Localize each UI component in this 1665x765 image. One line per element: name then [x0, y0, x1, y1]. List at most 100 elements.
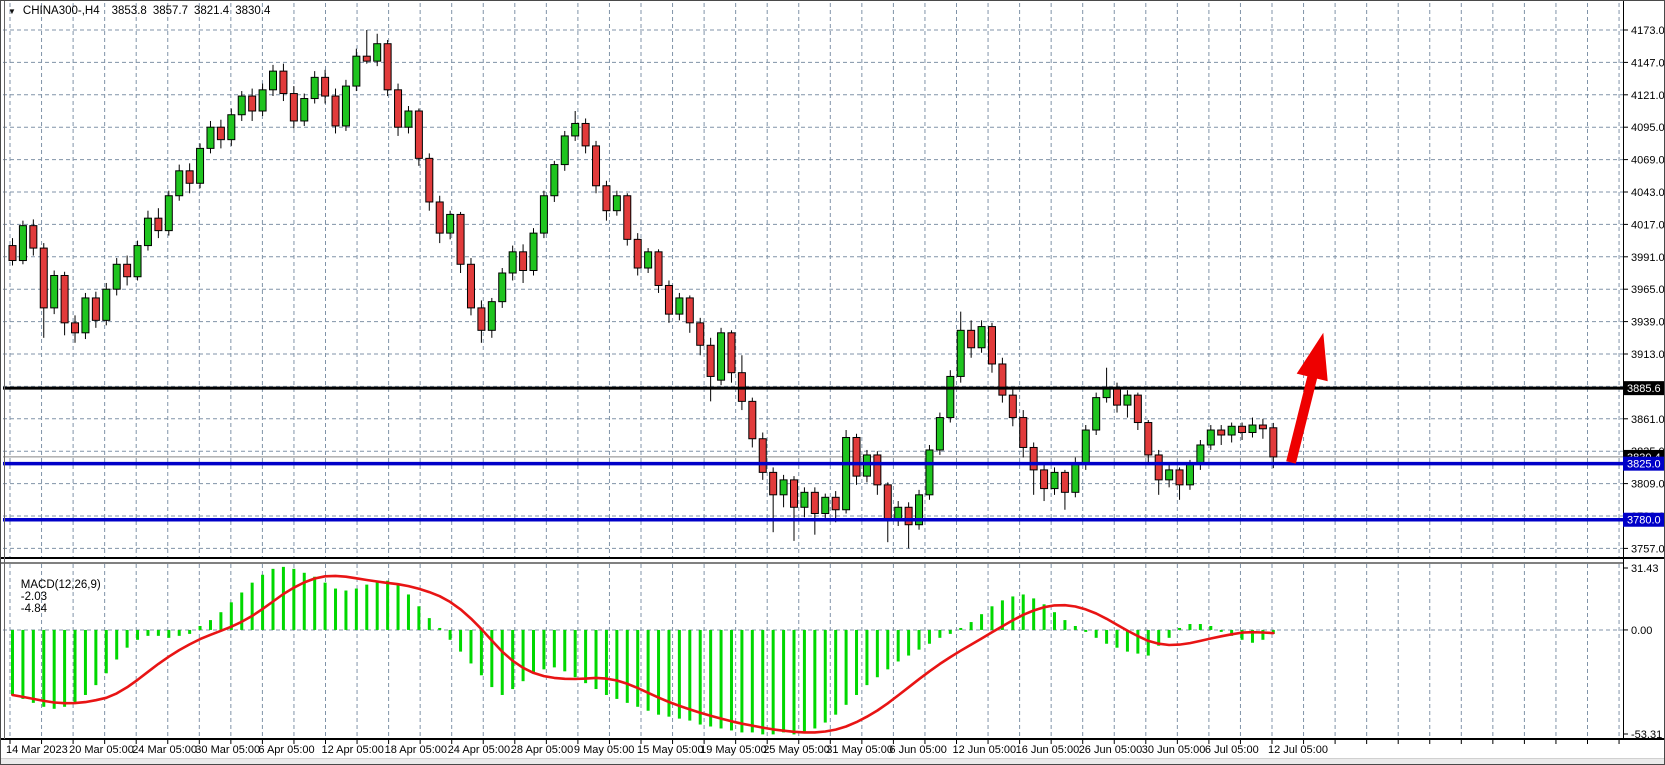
macd-histogram-bar — [178, 630, 181, 636]
price-axis-label: 3939.0 — [1631, 317, 1665, 329]
candle-bear — [280, 71, 287, 93]
candle-bear — [582, 123, 589, 145]
macd-histogram-bar — [990, 606, 993, 630]
macd-histogram-bar — [730, 630, 733, 731]
time-axis-label: 6 Jun 05:00 — [889, 744, 947, 756]
candle-bear — [249, 96, 256, 111]
ohlc-high: 3857.7 — [153, 5, 188, 17]
candle-bear — [290, 94, 297, 121]
chart-canvas[interactable]: 4173.04147.04121.04095.04069.04043.04017… — [1, 1, 1665, 765]
macd-histogram-bar — [1074, 626, 1077, 630]
symbol-dropdown-icon[interactable]: ▼ — [8, 7, 16, 16]
time-axis-label: 15 May 05:00 — [637, 744, 704, 756]
candle-bear — [426, 158, 433, 202]
candle-bear — [186, 171, 193, 183]
candle-bear — [1239, 426, 1246, 432]
candle-bear — [853, 437, 860, 476]
candle-bull — [447, 214, 454, 233]
candle-bear — [415, 111, 422, 158]
macd-axis-label: -53.31 — [1631, 729, 1662, 741]
candle-bear — [478, 308, 485, 330]
chart-title-bar: ▼ CHINA300-,H4 3853.8 3857.7 3821.4 3830… — [8, 5, 276, 17]
macd-histogram-bar — [282, 567, 285, 630]
macd-histogram-bar — [803, 630, 806, 732]
price-axis-label: 3809.0 — [1631, 479, 1665, 491]
price-axis-label: 3757.0 — [1631, 543, 1665, 555]
candle-bear — [1176, 470, 1183, 485]
candle-bull — [572, 123, 579, 135]
macd-histogram-bar — [32, 630, 35, 703]
candle-bear — [72, 323, 79, 333]
macd-histogram-bar — [11, 630, 14, 695]
macd-histogram-bar — [344, 591, 347, 630]
candle-bull — [822, 497, 829, 513]
candle-bull — [1103, 389, 1110, 398]
macd-histogram-bar — [84, 630, 87, 695]
time-axis-label: 18 Apr 05:00 — [385, 744, 447, 756]
candle-bull — [238, 96, 245, 115]
macd-histogram-bar — [1168, 630, 1171, 638]
candle-bear — [384, 44, 391, 90]
macd-histogram-bar — [740, 630, 743, 732]
macd-histogram-bar — [793, 630, 796, 734]
candle-bull — [540, 196, 547, 233]
macd-histogram-bar — [720, 630, 723, 729]
macd-histogram-bar — [334, 589, 337, 630]
candle-bull — [270, 71, 277, 90]
macd-histogram-bar — [1199, 624, 1202, 630]
candle-bear — [217, 127, 224, 139]
price-axis-label: 3965.0 — [1631, 284, 1665, 296]
macd-histogram-bar — [365, 585, 368, 630]
badge-text: 3780.0 — [1627, 515, 1661, 527]
macd-histogram-bar — [563, 630, 566, 671]
trend-arrow[interactable] — [1291, 333, 1328, 463]
macd-histogram-bar — [407, 594, 410, 629]
macd-histogram-bar — [886, 630, 889, 669]
macd-histogram-bar — [845, 630, 848, 705]
macd-histogram-bar — [1178, 628, 1181, 630]
macd-signal-line — [13, 576, 1274, 733]
macd-histogram-bar — [584, 630, 587, 683]
indicator-name: MACD(12,26,9) — [21, 579, 101, 591]
candle-bear — [988, 327, 995, 364]
candle-bear — [322, 77, 329, 96]
candle-bear — [1009, 395, 1016, 417]
macd-histogram-bar — [782, 630, 785, 732]
time-axis[interactable]: 14 Mar 202320 Mar 05:0024 Mar 05:0030 Ma… — [6, 740, 1619, 756]
macd-histogram-bar — [292, 569, 295, 630]
candle-bull — [1051, 472, 1058, 488]
candle-bear — [634, 239, 641, 268]
macd-histogram-bar — [53, 630, 56, 709]
price-axis[interactable]: 4173.04147.04121.04095.04069.04043.04017… — [1623, 25, 1665, 741]
macd-histogram-bar — [647, 630, 650, 711]
candle-bull — [530, 233, 537, 270]
candle-bull — [1072, 464, 1079, 493]
macd-histogram-bar — [897, 630, 900, 662]
candle-bull — [405, 111, 412, 127]
time-axis-label: 24 Apr 05:00 — [448, 744, 510, 756]
macd-histogram-bar — [1011, 596, 1014, 630]
macd-histogram-bar — [251, 583, 254, 630]
candle-bear — [457, 214, 464, 264]
grid-lines — [3, 3, 1623, 738]
candle-bear — [1155, 455, 1162, 480]
macd-histogram-bar — [907, 630, 910, 656]
candle-bull — [561, 136, 568, 165]
candle-bear — [363, 56, 370, 61]
indicator-main-value: -2.03 — [21, 591, 47, 603]
trading-chart-window: 4173.04147.04121.04095.04069.04043.04017… — [0, 0, 1665, 765]
candle-bear — [874, 455, 881, 485]
candle-bear — [1030, 447, 1037, 469]
macd-histogram-bar — [417, 606, 420, 630]
candle-bear — [884, 485, 891, 520]
candle-bear — [728, 333, 735, 373]
macd-histogram-bar — [709, 630, 712, 727]
macd-histogram-bar — [1147, 630, 1150, 656]
price-axis-label: 4069.0 — [1631, 155, 1665, 167]
candle-bear — [791, 480, 798, 507]
candle-bear — [332, 96, 339, 126]
macd-histogram-bar — [595, 630, 598, 689]
macd-histogram-bar — [1084, 630, 1087, 632]
candle-bull — [978, 327, 985, 348]
macd-histogram-bar — [813, 630, 816, 729]
